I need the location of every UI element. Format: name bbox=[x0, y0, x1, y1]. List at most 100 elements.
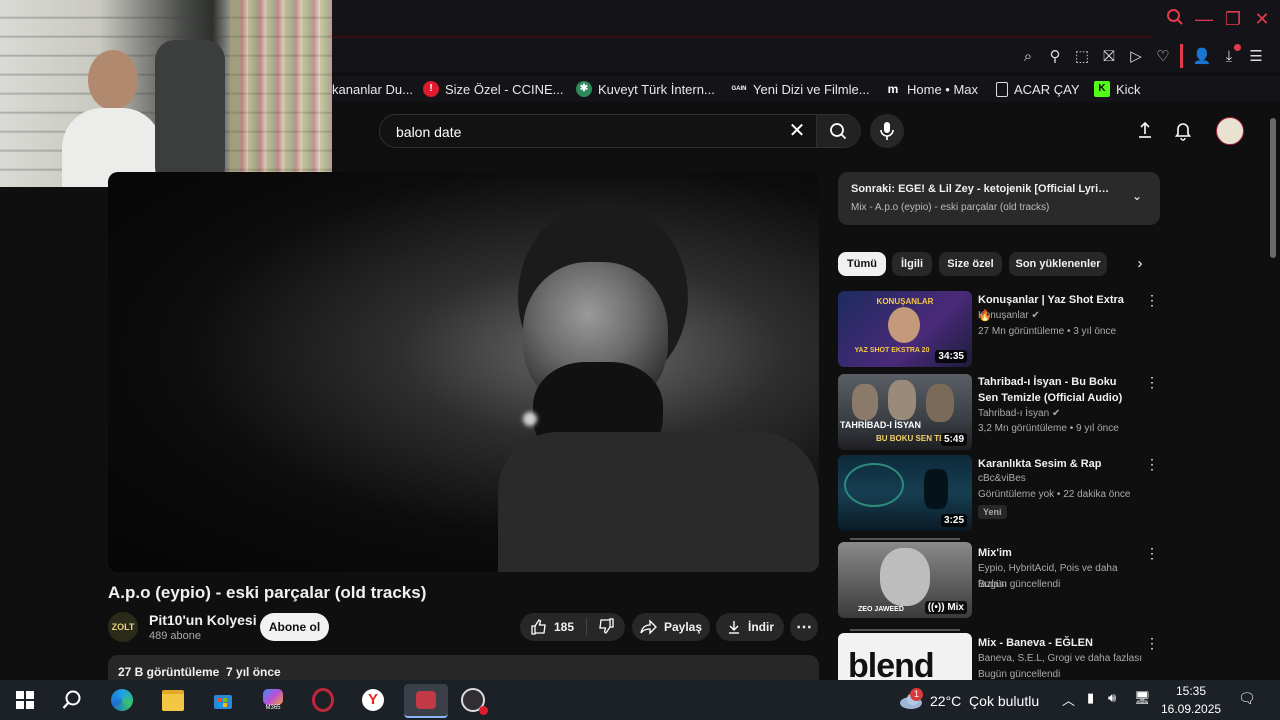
page-scrollbar[interactable] bbox=[1270, 118, 1276, 258]
verified-icon: ✔ bbox=[1051, 408, 1061, 419]
folder-shape bbox=[162, 689, 184, 711]
video-duration: 34:35 bbox=[935, 350, 967, 363]
pin-icon[interactable]: ⚲ bbox=[1044, 46, 1066, 68]
volume-icon[interactable]: 🔊︎ bbox=[1108, 690, 1128, 708]
m365-logo bbox=[263, 689, 283, 705]
obs-icon[interactable] bbox=[456, 684, 490, 716]
notifications-bell-icon[interactable] bbox=[1172, 119, 1194, 141]
thumbnail-person bbox=[888, 380, 916, 420]
channel-avatar[interactable]: ZOLT bbox=[108, 612, 138, 642]
windows-logo-icon bbox=[16, 691, 34, 709]
mix-stack-edge bbox=[850, 629, 960, 631]
account-avatar[interactable] bbox=[1216, 117, 1244, 145]
heart-icon[interactable]: ♡ bbox=[1152, 46, 1174, 68]
light-spot bbox=[523, 412, 537, 426]
search-icon[interactable] bbox=[1164, 8, 1186, 30]
clock-time[interactable]: 15:35 bbox=[1174, 684, 1208, 698]
more-actions-icon[interactable]: ⋯ bbox=[790, 613, 818, 641]
more-options-icon[interactable]: ⋮ bbox=[1144, 292, 1160, 312]
start-button[interactable] bbox=[8, 684, 42, 716]
bookmark-item[interactable]: K Kick bbox=[1094, 80, 1141, 98]
video-title[interactable]: Tahribad-ı İsyan - Bu Boku Sen Temizle (… bbox=[978, 374, 1138, 406]
max-icon: m bbox=[885, 81, 901, 97]
opera-gx-icon[interactable] bbox=[306, 684, 340, 716]
active-app-icon[interactable] bbox=[404, 684, 448, 718]
more-options-icon[interactable]: ⋮ bbox=[1144, 456, 1160, 476]
bookmark-item[interactable]: ✱ Kuveyt Türk İntern... bbox=[576, 80, 715, 98]
search-icon[interactable] bbox=[55, 684, 89, 716]
like-dislike-group: 185 bbox=[520, 613, 625, 641]
restore-icon[interactable]: ❐ bbox=[1222, 8, 1244, 30]
chip-related[interactable]: İlgili bbox=[892, 252, 932, 276]
microsoft-store-icon[interactable] bbox=[206, 684, 240, 716]
weather-badge: 1 bbox=[910, 688, 923, 701]
video-player[interactable] bbox=[108, 172, 819, 572]
thumbnail-face bbox=[880, 548, 930, 606]
thumbnail-text: BU BOKU SEN TE... bbox=[876, 434, 952, 443]
video-thumbnail[interactable]: TAHRİBAD-I İSYAN BU BOKU SEN TE... 5:49 bbox=[838, 374, 972, 450]
up-next-card[interactable] bbox=[838, 172, 1160, 225]
chevron-right-icon[interactable]: › bbox=[1132, 255, 1148, 273]
chevron-up-icon[interactable]: ︿ bbox=[1062, 690, 1078, 708]
video-channel: Konuşanlar ✔ bbox=[978, 308, 1148, 324]
like-button[interactable]: 185 bbox=[530, 618, 588, 636]
chip-all[interactable]: Tümü bbox=[838, 252, 886, 276]
bookmark-item[interactable]: m Home • Max bbox=[885, 80, 978, 98]
more-options-icon[interactable]: ⋮ bbox=[1144, 635, 1160, 655]
bookmark-item[interactable]: ACAR ÇAY bbox=[996, 80, 1080, 98]
clear-icon[interactable]: ✕ bbox=[784, 119, 810, 143]
more-options-icon[interactable]: ⋮ bbox=[1144, 545, 1160, 565]
bookmark-item[interactable]: GAIN Yeni Dizi ve Filmle... bbox=[731, 80, 870, 98]
video-thumbnail[interactable]: ZEO JAWEED ((•)) Mix bbox=[838, 542, 972, 618]
tab-strip-divider bbox=[332, 36, 1152, 38]
minimize-icon[interactable]: — bbox=[1193, 8, 1215, 30]
weather-text[interactable]: 22°C Çok bulutlu bbox=[930, 693, 1039, 709]
video-title[interactable]: Mix - Baneva - EĞLEN bbox=[978, 635, 1138, 651]
video-meta: Bugün güncellendi bbox=[978, 579, 1061, 590]
menu-icon[interactable]: ☰ bbox=[1245, 46, 1267, 68]
download-arrow-icon bbox=[729, 621, 739, 634]
chip-for-you[interactable]: Size özel bbox=[939, 252, 1002, 276]
profile-icon[interactable]: 👤 bbox=[1191, 46, 1213, 68]
thumbnail-face bbox=[888, 307, 920, 343]
dislike-button[interactable] bbox=[593, 617, 615, 638]
channel-name[interactable]: Pit10'un Kolyesi bbox=[149, 612, 257, 628]
bookmark-item[interactable]: ! Size Özel - CCINE... bbox=[423, 80, 563, 98]
chip-recently-uploaded[interactable]: Son yüklenenler bbox=[1009, 252, 1107, 276]
usb-icon[interactable]: ▮ bbox=[1087, 690, 1101, 708]
m365-icon[interactable]: M365 bbox=[256, 684, 290, 716]
video-title[interactable]: Mix'im bbox=[978, 545, 1138, 561]
shield-icon[interactable]: ⛝ bbox=[1098, 46, 1120, 68]
play-icon[interactable]: ▷ bbox=[1125, 46, 1147, 68]
close-icon[interactable]: ✕ bbox=[1251, 8, 1273, 30]
clock-date[interactable]: 16.09.2025 bbox=[1161, 702, 1221, 716]
more-options-icon[interactable]: ⋮ bbox=[1144, 374, 1160, 394]
video-thumbnail[interactable]: KONUŞANLAR YAZ SHOT EKSTRA 20 34:35 bbox=[838, 291, 972, 367]
edge-icon[interactable] bbox=[105, 684, 139, 716]
upload-icon[interactable] bbox=[1134, 119, 1156, 141]
download-label: İndir bbox=[748, 620, 774, 634]
subscribe-button[interactable]: Abone ol bbox=[260, 613, 329, 641]
search-input[interactable] bbox=[394, 121, 778, 143]
bookmark-item[interactable]: kananlar Du... bbox=[332, 80, 413, 98]
chevron-down-icon[interactable]: ⌄ bbox=[1129, 189, 1145, 205]
thumbnail-text: ZEO JAWEED bbox=[858, 606, 904, 613]
obs-logo bbox=[461, 688, 488, 715]
search-button[interactable] bbox=[816, 115, 861, 147]
video-thumbnail[interactable]: blend bbox=[838, 633, 972, 680]
thumbnail-person bbox=[926, 384, 954, 422]
video-title[interactable]: Karanlıkta Sesim & Rap bbox=[978, 456, 1138, 472]
download-button[interactable]: İndir bbox=[716, 613, 784, 641]
notification-center-icon[interactable]: 🗨︎ bbox=[1238, 690, 1256, 708]
network-icon[interactable]: 🖥︎ bbox=[1134, 690, 1152, 708]
video-thumbnail[interactable]: 3:25 bbox=[838, 455, 972, 531]
share-button[interactable]: Paylaş bbox=[632, 613, 710, 641]
yandex-browser-icon[interactable]: Y bbox=[356, 684, 390, 716]
voice-search-button[interactable] bbox=[870, 114, 904, 148]
file-explorer-icon[interactable] bbox=[156, 684, 190, 716]
new-badge: Yeni bbox=[978, 505, 1007, 519]
opera-ring bbox=[312, 688, 334, 712]
screenshot-icon[interactable]: ⬚ bbox=[1071, 46, 1093, 68]
zoom-icon[interactable]: ⌕ bbox=[1017, 46, 1039, 68]
person-head bbox=[88, 50, 138, 110]
